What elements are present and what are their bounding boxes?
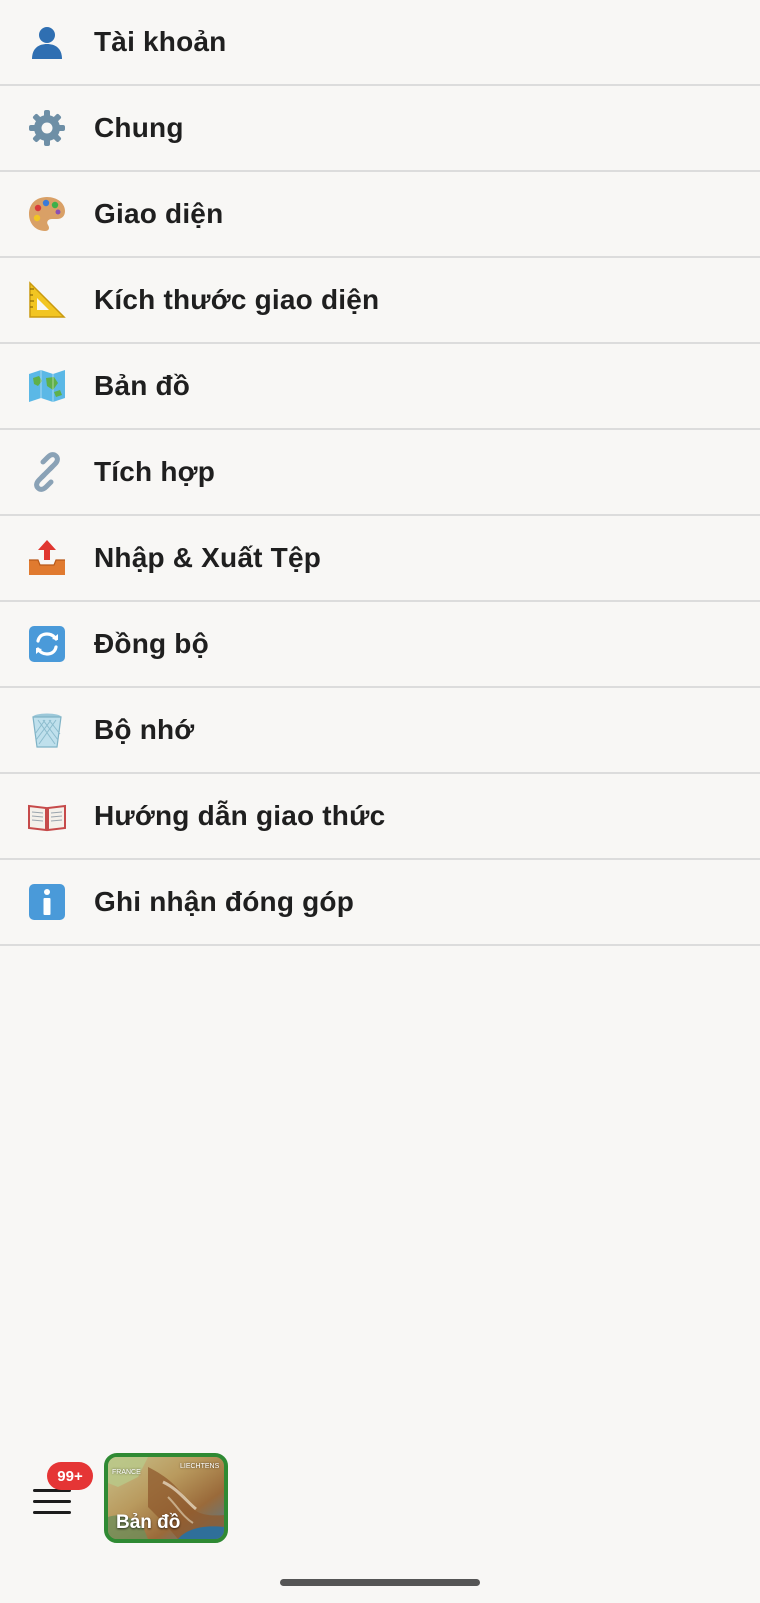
home-indicator[interactable] [280, 1579, 480, 1586]
settings-menu: Tài khoản Chung Giao diện Kích thước gia… [0, 0, 760, 946]
menu-item-protocol-guide[interactable]: Hướng dẫn giao thức [0, 774, 760, 860]
link-icon [0, 429, 94, 515]
menu-item-label: Bản đồ [94, 370, 191, 401]
menu-item-sync[interactable]: Đồng bộ [0, 602, 760, 688]
menu-item-account[interactable]: Tài khoản [0, 0, 760, 86]
menu-item-label: Ghi nhận đóng góp [94, 886, 355, 917]
triangular-ruler-icon [0, 257, 94, 343]
menu-item-label: Kích thước giao diện [94, 284, 380, 315]
map-button[interactable]: FRANCE LIECHTENS Bản đồ [104, 1453, 228, 1543]
open-book-icon [0, 773, 94, 859]
menu-item-ui-size[interactable]: Kích thước giao diện [0, 258, 760, 344]
person-icon [0, 0, 94, 85]
menu-item-label: Đồng bộ [94, 628, 209, 659]
map-label-liechtenstein: LIECHTENS [180, 1463, 220, 1470]
gear-icon [0, 85, 94, 171]
menu-item-label: Tài khoản [94, 26, 227, 57]
menu-item-map[interactable]: Bản đồ [0, 344, 760, 430]
menu-item-label: Bộ nhớ [94, 714, 195, 745]
information-icon [0, 859, 94, 945]
menu-item-label: Giao diện [94, 198, 224, 229]
palette-icon [0, 171, 94, 257]
menu-item-import-export[interactable]: Nhập & Xuất Tệp [0, 516, 760, 602]
sync-arrows-icon [0, 601, 94, 687]
menu-item-label: Nhập & Xuất Tệp [94, 542, 322, 573]
map-tile-label: Bản đồ [116, 1512, 181, 1533]
menu-item-general[interactable]: Chung [0, 86, 760, 172]
menu-item-credits[interactable]: Ghi nhận đóng góp [0, 860, 760, 946]
menu-item-storage[interactable]: Bộ nhớ [0, 688, 760, 774]
map-label-france: FRANCE [112, 1469, 141, 1476]
outbox-tray-icon [0, 515, 94, 601]
menu-item-label: Tích hợp [94, 456, 216, 487]
world-map-icon [0, 343, 94, 429]
notification-badge: 99+ [47, 1462, 93, 1490]
menu-item-label: Chung [94, 112, 184, 143]
wastebasket-icon [0, 687, 94, 773]
menu-item-label: Hướng dẫn giao thức [94, 800, 386, 831]
menu-item-integrations[interactable]: Tích hợp [0, 430, 760, 516]
menu-item-appearance[interactable]: Giao diện [0, 172, 760, 258]
hamburger-menu-icon[interactable] [30, 1487, 74, 1517]
